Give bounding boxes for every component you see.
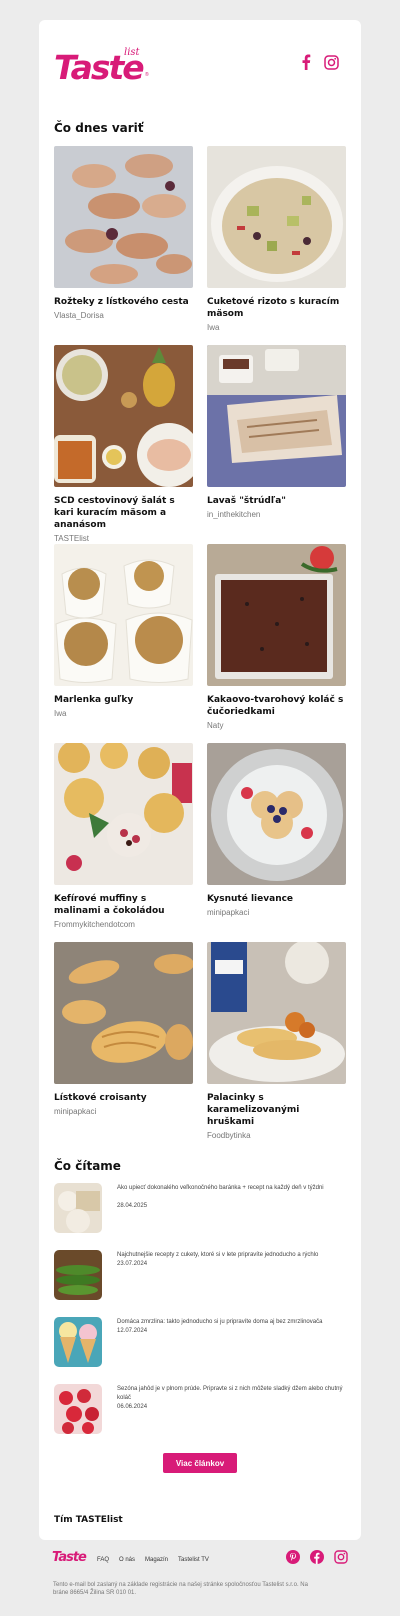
recipe-author: Frommykitchendotcom [54,920,135,929]
footer-link-faq[interactable]: FAQ [97,1557,109,1563]
section-title-articles: Čo čítame [54,1159,121,1173]
facebook-icon[interactable] [310,1550,324,1564]
article-date: 06.06.2024 [117,1404,148,1410]
recipe-name[interactable]: Kakaovo-tvarohový koláč s čučoriedkami [207,694,346,718]
footer-note: Tento e-mail bol zaslaný na základe regi… [53,1582,308,1596]
article-thumbnail[interactable] [54,1317,102,1367]
recipe-card[interactable]: Lavaš "štrúdľa" in_inthekitchen [207,345,346,519]
article-title[interactable]: Najchutnejšie recepty z cukety, ktoré si… [117,1251,345,1260]
recipe-image[interactable] [207,544,346,686]
recipe-author: in_inthekitchen [207,510,261,519]
recipe-image[interactable] [207,942,346,1084]
logo-sub: list [124,47,140,58]
recipe-image[interactable] [207,146,346,288]
recipe-card[interactable]: Cuketové rizoto s kuracím mäsom Iwa [207,146,346,332]
recipe-image[interactable] [54,345,193,487]
recipe-author: TASTElist [54,534,89,543]
recipe-name[interactable]: Lavaš "štrúdľa" [207,495,346,507]
article-thumbnail[interactable] [54,1250,102,1300]
recipe-image[interactable] [54,743,193,885]
recipe-name[interactable]: Kefírové muffiny s malinami a čokoládou [54,893,193,917]
recipe-name[interactable]: SCD cestovinový šalát s kari kuracím mäs… [54,495,193,531]
recipe-card[interactable]: Kysnuté lievance minipapkaci [207,743,346,917]
recipe-author: minipapkaci [207,908,250,917]
article-item[interactable]: Najchutnejšie recepty z cukety, ktoré si… [54,1250,349,1300]
recipe-card[interactable]: Marlenka guľky Iwa [54,544,193,718]
footer-link-tv[interactable]: Tastelist TV [178,1557,209,1563]
recipe-card[interactable]: Lístkové croisanty minipapkaci [54,942,193,1116]
instagram-icon[interactable] [334,1550,348,1564]
recipe-image[interactable] [207,345,346,487]
newsletter-card: Taste list ® Čo dnes variť Rožteky z lís… [39,20,361,1540]
recipe-card[interactable]: Palacinky s karamelizovanými hruškami Fo… [207,942,346,1140]
more-articles-button[interactable]: Viac článkov [163,1453,237,1473]
article-item[interactable]: Ako upiecť dokonalého veľkonočného barán… [54,1183,349,1233]
recipe-image[interactable] [207,743,346,885]
article-item[interactable]: Sezóna jahôd je v plnom prúde. Pripravte… [54,1384,349,1434]
article-title[interactable]: Sezóna jahôd je v plnom prúde. Pripravte… [117,1385,345,1403]
article-title[interactable]: Ako upiecť dokonalého veľkonočného barán… [117,1184,345,1193]
footer-link-magazine[interactable]: Magazín [145,1557,168,1563]
recipe-image[interactable] [54,544,193,686]
recipe-name[interactable]: Marlenka guľky [54,694,193,706]
recipe-name[interactable]: Cuketové rizoto s kuracím mäsom [207,296,346,320]
instagram-icon[interactable] [321,52,341,72]
recipe-author: Naty [207,721,224,730]
footer-logo[interactable]: Taste [52,1550,87,1565]
recipe-name[interactable]: Rožteky z lístkového cesta [54,296,193,308]
recipe-image[interactable] [54,942,193,1084]
recipe-card[interactable]: Kakaovo-tvarohový koláč s čučoriedkami N… [207,544,346,730]
recipe-author: Foodbytinka [207,1131,251,1140]
tastelist-logo[interactable]: Taste list ® [54,47,149,86]
article-thumbnail[interactable] [54,1183,102,1233]
recipe-image[interactable] [54,146,193,288]
section-title-recipes: Čo dnes variť [54,121,144,135]
recipe-author: Iwa [207,323,220,332]
recipe-card[interactable]: SCD cestovinový šalát s kari kuracím mäs… [54,345,193,543]
recipe-author: minipapkaci [54,1107,97,1116]
recipe-name[interactable]: Palacinky s karamelizovanými hruškami [207,1092,346,1128]
article-thumbnail[interactable] [54,1384,102,1434]
footer-link-about[interactable]: O nás [119,1557,135,1563]
article-title[interactable]: Domáca zmrzlina: takto jednoducho si ju … [117,1318,345,1327]
recipe-author: Vlasta_Dorisa [54,311,104,320]
article-date: 12.07.2024 [117,1328,148,1334]
registered-mark: ® [145,72,149,78]
recipe-card[interactable]: Kefírové muffiny s malinami a čokoládou … [54,743,193,929]
facebook-icon[interactable] [296,52,316,72]
pinterest-icon[interactable] [286,1550,300,1564]
signature: Tím TASTElist [54,1515,123,1525]
article-item[interactable]: Domáca zmrzlina: takto jednoducho si ju … [54,1317,349,1367]
recipe-author: Iwa [54,709,67,718]
recipe-name[interactable]: Kysnuté lievance [207,893,346,905]
article-date: 23.07.2024 [117,1261,148,1267]
article-date: 28.04.2025 [117,1203,148,1209]
recipe-name[interactable]: Lístkové croisanty [54,1092,193,1104]
recipe-card[interactable]: Rožteky z lístkového cesta Vlasta_Dorisa [54,146,193,320]
